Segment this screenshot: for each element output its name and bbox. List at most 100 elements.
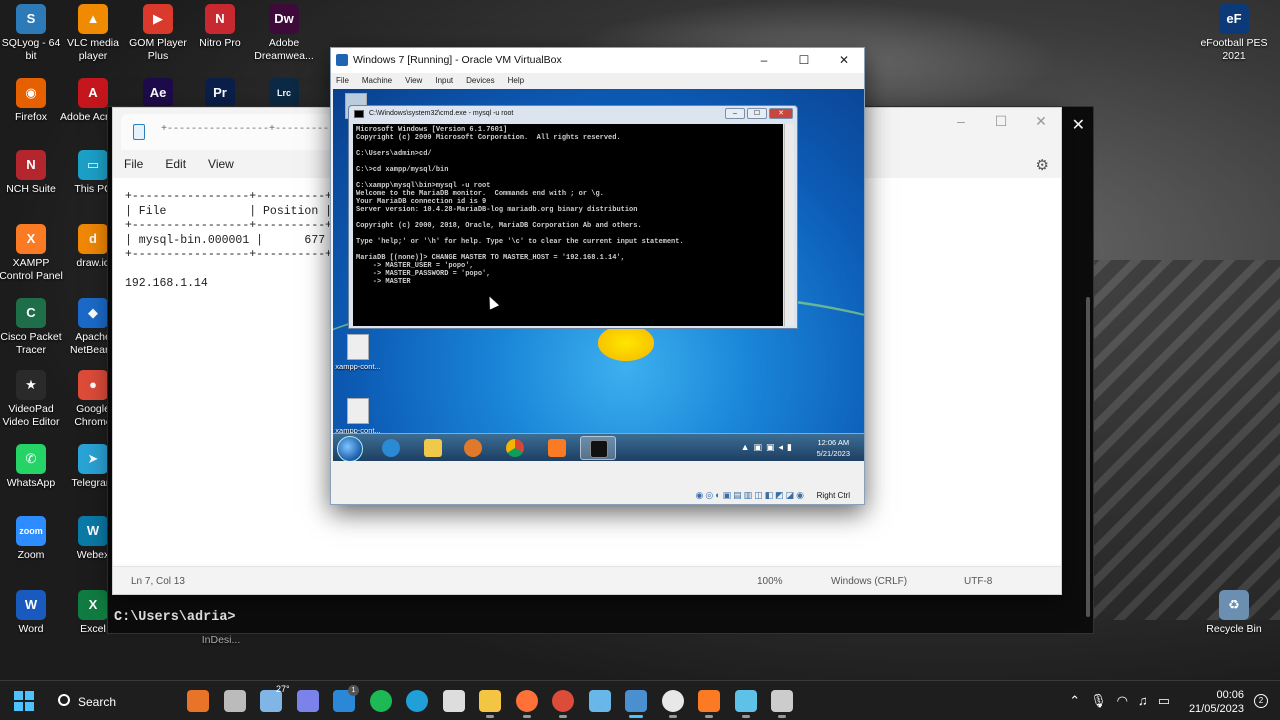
vm-taskbar-xampp[interactable] [539, 436, 575, 460]
vm-start-button[interactable] [337, 436, 363, 461]
taskbar-file-explorer-icon[interactable] [479, 690, 501, 718]
app-icon: X [78, 590, 108, 620]
cmd-close-icon[interactable]: ✕ [769, 108, 793, 119]
virtualbox-logo-icon [336, 54, 348, 66]
vb-menu-help[interactable]: Help [508, 76, 524, 85]
taskbar-xampp-icon[interactable] [698, 690, 720, 718]
settings-gear-icon[interactable]: ⚙ [1036, 156, 1049, 174]
windows-start-button[interactable] [14, 691, 36, 711]
cmd-scrollbar[interactable] [784, 124, 794, 326]
terminal-prompt[interactable]: C:\Users\adria> [114, 610, 236, 625]
notepad-tab[interactable]: +-----------------+----------+--- [121, 114, 331, 150]
vb-menu-view[interactable]: View [405, 76, 422, 85]
vm-taskbar-chrome[interactable] [497, 436, 533, 460]
terminal-close-icon[interactable]: ✕ [1072, 115, 1085, 135]
menu-view[interactable]: View [208, 157, 234, 171]
desktop-icon-label-indesign[interactable]: InDesi... [186, 634, 256, 647]
minimize-icon[interactable]: – [941, 108, 981, 136]
app-icon: N [205, 4, 235, 34]
vb-menu-input[interactable]: Input [435, 76, 453, 85]
vb-device-icons[interactable]: ◉◎◐▣▤▥◫◧◩◪◉ [695, 490, 806, 501]
desktop-icon-label: SQLyog - 64 bit [1, 37, 61, 62]
vb-close-icon[interactable]: ✕ [824, 48, 864, 73]
cmd-maximize-icon[interactable]: ☐ [747, 108, 767, 119]
app-icon: Lrc [269, 78, 299, 108]
desktop-icon-label: NCH Suite [6, 183, 56, 195]
vb-maximize-icon[interactable]: ☐ [784, 48, 824, 73]
taskbar-widgets-icon[interactable] [187, 690, 209, 712]
weather-temp: 27° [276, 684, 290, 694]
zoom-level: 100% [757, 576, 783, 587]
desktop-icon[interactable]: N NCH Suite [0, 150, 66, 196]
cmd-titlebar[interactable]: C:\Windows\system32\cmd.exe - mysql -u r… [349, 106, 797, 123]
taskbar-3d-viewer-icon[interactable] [588, 690, 611, 712]
taskbar-virtualbox-icon[interactable] [625, 690, 647, 718]
app-icon: ➤ [78, 444, 108, 474]
taskbar-search[interactable]: Search [50, 689, 170, 715]
taskbar-firefox-icon[interactable] [515, 690, 538, 718]
app-icon: ◆ [78, 298, 108, 328]
maximize-icon[interactable]: ☐ [981, 108, 1021, 136]
cmd-window[interactable]: C:\Windows\system32\cmd.exe - mysql -u r… [348, 105, 798, 329]
taskbar-clock[interactable]: 00:06 21/05/2023 [1189, 688, 1244, 716]
vm-taskbar-cmd[interactable] [580, 436, 616, 460]
desktop-icon[interactable]: S SQLyog - 64 bit [0, 4, 66, 63]
desktop-icon-label: Zoom [17, 549, 45, 561]
desktop-icon[interactable]: X XAMPP Control Panel [0, 224, 66, 283]
desktop-icon[interactable]: ◉ Firefox [0, 78, 66, 124]
desktop-icon[interactable]: ✆ WhatsApp [0, 444, 66, 490]
taskbar-edge-icon[interactable] [406, 690, 428, 712]
vb-menu-file[interactable]: File [336, 76, 349, 85]
system-tray[interactable]: ⌃🎙︎◠♫▭ [1069, 693, 1180, 709]
badge: 1 [348, 685, 359, 696]
virtualbox-window[interactable]: Windows 7 [Running] - Oracle VM VirtualB… [330, 47, 865, 505]
app-icon: W [78, 516, 108, 546]
desktop-icon[interactable]: eF eFootball PES 2021 [1199, 4, 1269, 63]
terminal-scrollbar[interactable] [1086, 297, 1090, 617]
desktop-icon[interactable]: Dw Adobe Dreamwea... [249, 4, 319, 63]
vb-minimize-icon[interactable]: – [744, 48, 784, 73]
close-icon[interactable]: ✕ [1021, 108, 1061, 136]
taskbar-notepad-icon[interactable] [734, 690, 757, 718]
desktop-icon[interactable]: ★ VideoPad Video Editor [0, 370, 66, 429]
taskbar-chrome-icon[interactable] [552, 690, 574, 718]
vb-menu-devices[interactable]: Devices [466, 76, 494, 85]
taskbar-terminal-icon[interactable] [771, 690, 793, 718]
vb-menu-machine[interactable]: Machine [362, 76, 392, 85]
folder-icon [424, 439, 442, 457]
desktop-icon[interactable]: zoom Zoom [0, 516, 66, 562]
desktop-icon-label: VideoPad Video Editor [2, 403, 60, 428]
menu-edit[interactable]: Edit [165, 157, 186, 171]
desktop-icon-label: draw.io [76, 257, 110, 269]
vm-screen[interactable]: Re xampp-cont... xampp-cont... C:\Window… [333, 89, 864, 461]
desktop-icon-label: Cisco Packet Tracer [0, 331, 62, 356]
desktop-icon[interactable]: ▶ GOM Player Plus [123, 4, 193, 63]
desktop-icon[interactable]: ♻ Recycle Bin [1199, 590, 1269, 636]
menu-file[interactable]: File [124, 157, 143, 171]
taskbar-git-icon[interactable] [661, 690, 684, 718]
desktop-icon-label: Recycle Bin [1206, 623, 1262, 635]
cmd-minimize-icon[interactable]: – [725, 108, 745, 119]
vm-system-tray[interactable]: ▲▣▣◂▮ [741, 442, 796, 453]
taskbar-spotify-icon[interactable] [369, 690, 392, 712]
app-icon: Dw [269, 4, 299, 34]
vm-desktop-icon-xampp-1[interactable]: xampp-cont... [333, 334, 385, 371]
cmd-output[interactable]: Microsoft Windows [Version 6.1.7601] Cop… [353, 124, 783, 326]
desktop-icon[interactable]: ▲ VLC media player [58, 4, 128, 63]
desktop-icon[interactable]: W Word [0, 590, 66, 636]
vm-taskbar-ie[interactable] [373, 436, 409, 460]
virtualbox-titlebar[interactable]: Windows 7 [Running] - Oracle VM VirtualB… [331, 48, 864, 73]
desktop-icon[interactable]: N Nitro Pro [185, 4, 255, 50]
taskbar-teams-chat-icon[interactable] [296, 690, 319, 712]
notepad-statusbar: Ln 7, Col 13 100% Windows (CRLF) UTF-8 [113, 566, 1061, 594]
taskbar-unity-icon[interactable] [442, 690, 465, 712]
taskbar-store-icon[interactable]: 1 [333, 685, 359, 712]
desktop-icon[interactable]: C Cisco Packet Tracer [0, 298, 66, 357]
taskbar-task-view-icon[interactable] [223, 690, 246, 712]
vm-taskbar-media[interactable] [455, 436, 491, 460]
app-icon: ★ [16, 370, 46, 400]
notification-count[interactable]: 2 [1254, 694, 1268, 708]
vm-taskbar-explorer[interactable] [415, 436, 451, 460]
vm-clock[interactable]: 12:06 AM 5/21/2023 [817, 437, 850, 459]
vm-desktop-icon-xampp-2[interactable]: xampp-cont... [333, 398, 385, 435]
